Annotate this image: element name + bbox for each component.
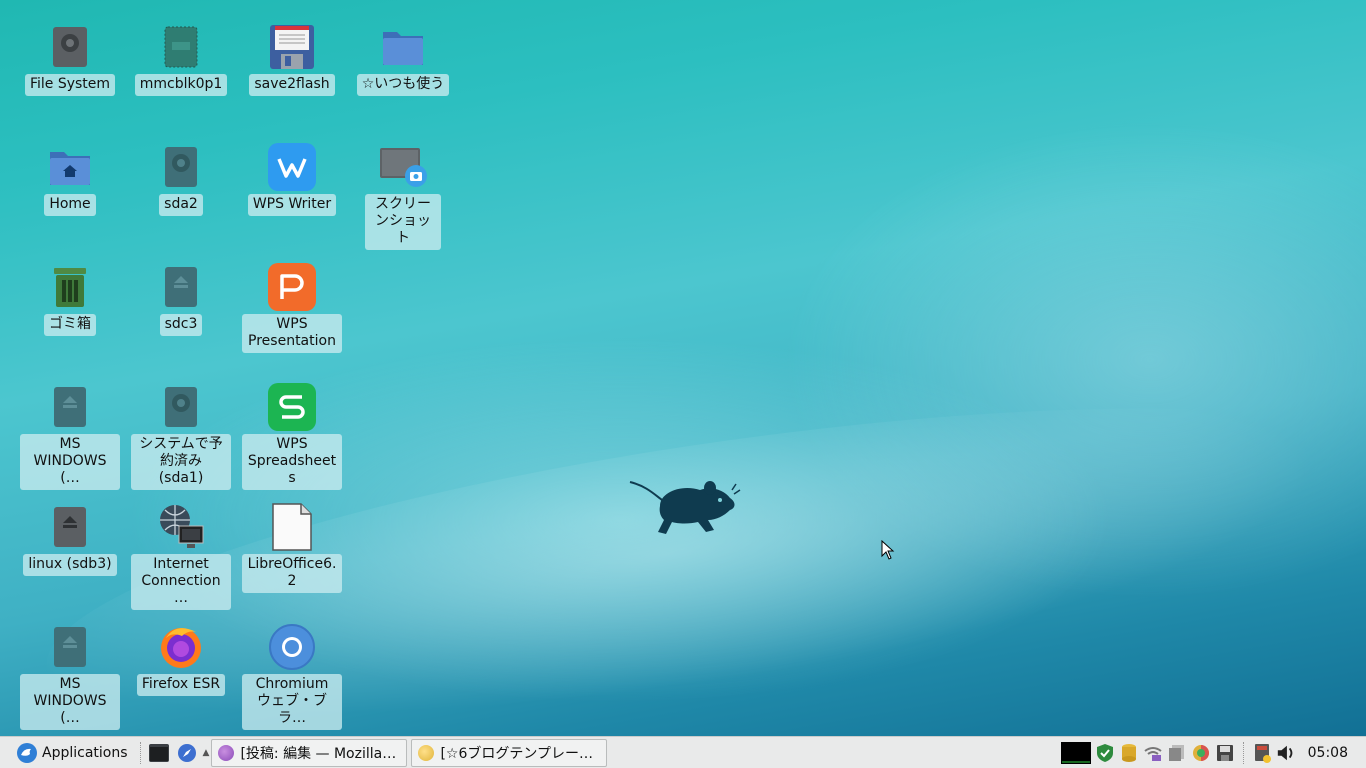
desktop-icon-mmcblk0p1[interactable]: mmcblk0p1 [126,22,236,96]
screenshot-icon [378,142,428,192]
volume-icon[interactable] [1276,743,1296,763]
bottom-panel: Applications ▲ [投稿: 編集 — Mozilla Fir… [☆… [0,736,1366,768]
desktop-icon-label: sda2 [159,194,203,216]
desktop-icon-label: Firefox ESR [136,674,226,696]
desktop-icon-label: File System [24,74,116,96]
cpu-graph-icon[interactable] [1060,742,1091,764]
folder-icon [378,22,428,72]
desktop-icon-libreoffice[interactable]: LibreOffice6.2 [237,502,347,593]
panel-separator [1242,742,1244,764]
desktop-icon-label: mmcblk0p1 [134,74,228,96]
desktop-icon-wps-writer[interactable]: WPS Writer [237,142,347,216]
desktop-icon-label: システムで予約済み (sda1) [131,434,231,490]
chromium-icon [267,622,317,672]
firefox-icon [156,622,206,672]
web-browser-launcher[interactable] [175,741,199,765]
desktop-icon-label: sdc3 [159,314,203,336]
wps-spreadsheets-icon [267,382,317,432]
xfce-logo-icon [17,742,37,763]
desktop-icon-home[interactable]: Home [15,142,125,216]
compass-icon [177,743,196,762]
desktop: File System Home ゴミ箱 MS WINDOWS (… linux… [0,0,1366,768]
panel-clock[interactable]: 05:08 [1298,745,1366,761]
document-icon [267,502,317,552]
removable-drive-icon [45,502,95,552]
taskbar-window-title: [投稿: 編集 — Mozilla Fir… [240,745,401,762]
desktop-icon-label: save2flash [249,74,335,96]
desktop-icon-ms-windows-1[interactable]: MS WINDOWS (… [15,382,125,490]
database-icon[interactable] [1119,743,1139,763]
system-tray: 05:08 [1059,737,1366,768]
applications-label: Applications [42,744,128,761]
desktop-icon-sdc3[interactable]: sdc3 [126,262,236,336]
desktop-icon-label: スクリーンショット [365,194,441,250]
trash-icon [45,262,95,312]
desktop-icon-screenshot[interactable]: スクリーンショット [348,142,458,250]
desktop-icon-label: WPS Spreadsheets [242,434,342,490]
desktop-icon-label: Home [44,194,96,216]
removable-drive-icon [156,262,206,312]
save-session-icon[interactable] [1215,743,1235,763]
desktop-icon-system-reserved[interactable]: システムで予約済み (sda1) [126,382,236,490]
wps-writer-icon [267,142,317,192]
removable-drive-icon [45,382,95,432]
desktop-icon-label: Internet Connection … [131,554,231,610]
desktop-icon-label: Chromium ウェブ・ブラ… [242,674,342,730]
mouse-pointer-icon [881,540,895,560]
desktop-icon-wps-spreadsheets[interactable]: WPS Spreadsheets [237,382,347,490]
desktop-icon-label: LibreOffice6.2 [242,554,342,593]
drive-harddisk-icon [45,22,95,72]
desktop-icon-label: linux (sdb3) [23,554,117,576]
desktop-icon-trash[interactable]: ゴミ箱 [15,262,125,336]
desktop-icon-firefox[interactable]: Firefox ESR [126,622,236,696]
panel-separator [139,741,141,764]
drive-harddisk-icon [156,382,206,432]
desktop-icon-sda2[interactable]: sda2 [126,142,236,216]
clipboard-icon[interactable] [1167,743,1187,763]
desktop-icon-chromium[interactable]: Chromium ウェブ・ブラ… [237,622,347,730]
desktop-icon-label: MS WINDOWS (… [20,674,120,730]
terminal-launcher[interactable] [147,741,171,765]
file-manager-icon [418,744,435,761]
removable-drive-icon [45,622,95,672]
desktop-icon-label: ☆いつも使う [356,74,450,96]
desktop-icon-label: WPS Presentation [242,314,342,353]
desktop-icon-file-system[interactable]: File System [15,22,125,96]
taskbar-window-firefox[interactable]: [投稿: 編集 — Mozilla Fir… [211,738,408,767]
notification-icon[interactable] [1252,743,1272,763]
wps-presentation-icon [267,262,317,312]
firewall-shield-icon[interactable] [1095,743,1115,763]
xfce-mouse-logo [629,481,741,534]
firefox-icon [218,744,235,761]
taskbar-window-title: [☆6ブログテンプレート … [440,745,601,762]
home-folder-icon [45,142,95,192]
desktop-icon-wps-presentation[interactable]: WPS Presentation [237,262,347,353]
drive-harddisk-icon [156,142,206,192]
desktop-icon-save2flash[interactable]: save2flash [237,22,347,96]
taskbar-window-file-manager[interactable]: [☆6ブログテンプレート … [411,738,608,767]
desktop-icon-ms-windows-2[interactable]: MS WINDOWS (… [15,622,125,730]
desktop-icon-itsumo-tsukau[interactable]: ☆いつも使う [348,22,458,96]
applications-menu-button[interactable]: Applications [0,737,134,768]
terminal-icon [148,743,169,762]
desktop-icon-label: ゴミ箱 [44,314,96,336]
color-picker-icon[interactable] [1191,743,1211,763]
network-connection-icon [156,502,206,552]
network-signal-icon[interactable] [1143,743,1163,763]
launcher-more-arrow-icon[interactable]: ▲ [203,748,210,758]
desktop-icon-linux-sdb3[interactable]: linux (sdb3) [15,502,125,576]
desktop-icon-label: WPS Writer [247,194,337,216]
floppy-save-icon [267,22,317,72]
desktop-icon-internet-connection[interactable]: Internet Connection … [126,502,236,610]
desktop-icon-label: MS WINDOWS (… [20,434,120,490]
sd-card-icon [156,22,206,72]
